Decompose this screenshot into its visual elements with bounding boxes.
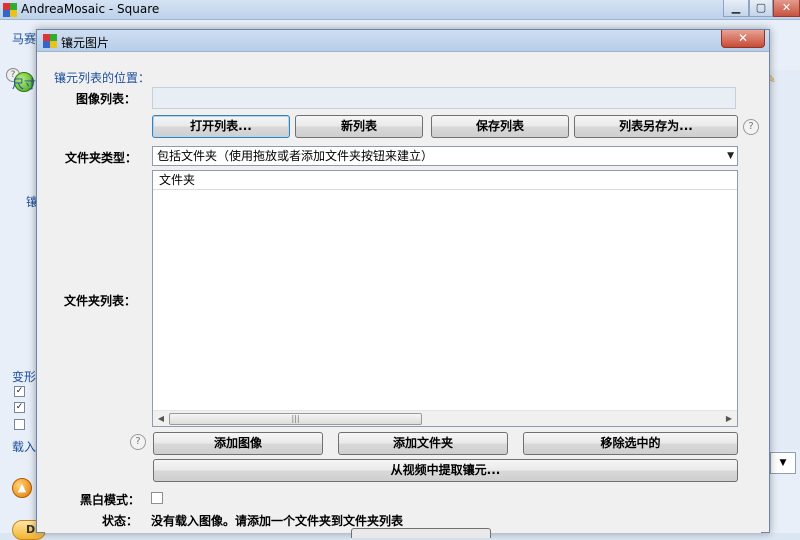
- scroll-right-icon[interactable]: ▶: [721, 411, 737, 427]
- bottom-button[interactable]: [351, 528, 491, 538]
- save-list-button[interactable]: 保存列表: [431, 115, 569, 138]
- bw-mode-checkbox[interactable]: [151, 492, 163, 504]
- bw-mode-label: 黑白模式：: [80, 493, 141, 507]
- app-mosaic-icon: [3, 3, 17, 17]
- main-window-titlebar: AndreaMosaic - Square ▁ ▢ ✕: [0, 0, 800, 20]
- horizontal-scrollbar[interactable]: ◀ ||| ▶: [153, 410, 737, 426]
- dialog-title: 镶元图片: [61, 36, 110, 50]
- bg-label-size: 尺寸: [12, 77, 37, 91]
- folder-type-label: 文件夹类型：: [65, 151, 138, 165]
- maximize-button[interactable]: ▢: [749, 0, 773, 17]
- status-label: 状态：: [102, 514, 139, 528]
- bg-dropdown-arrow[interactable]: ▼: [770, 452, 796, 474]
- bg-label-load: 载入: [12, 440, 37, 454]
- tiles-dialog: 镶元图片 ✕ 镶元列表的位置： 图像列表： 打开列表... 新列表 保存列表 列…: [36, 29, 770, 538]
- image-list-field[interactable]: [152, 87, 736, 109]
- new-list-button[interactable]: 新列表: [295, 115, 423, 138]
- save-list-as-button[interactable]: 列表另存为...: [574, 115, 738, 138]
- folder-list[interactable]: 文件夹 ◀ ||| ▶: [152, 170, 738, 427]
- dialog-titlebar: 镶元图片 ✕: [37, 30, 769, 52]
- folder-type-select[interactable]: 包括文件夹（使用拖放或者添加文件夹按钮来建立） ▼: [152, 146, 738, 166]
- dialog-close-button[interactable]: ✕: [721, 30, 765, 48]
- chevron-down-icon: ▼: [727, 151, 734, 161]
- image-list-label: 图像列表：: [76, 92, 137, 106]
- bg-label-mosaic: 马赛: [12, 32, 37, 46]
- bg-checkbox-3[interactable]: [14, 419, 25, 430]
- add-image-button[interactable]: 添加图像: [153, 432, 323, 455]
- add-folder-button[interactable]: 添加文件夹: [338, 432, 508, 455]
- folder-type-value: 包括文件夹（使用拖放或者添加文件夹按钮来建立）: [157, 149, 434, 163]
- status-text: 没有载入图像。请添加一个文件夹到文件夹列表: [151, 514, 404, 528]
- bg-checkbox-2[interactable]: ✓: [14, 402, 25, 413]
- open-list-button[interactable]: 打开列表...: [152, 115, 290, 138]
- bg-checkbox-1[interactable]: ✓: [14, 386, 25, 397]
- extract-from-video-button[interactable]: 从视频中提取镶元...: [153, 459, 738, 482]
- main-window-right-panel: [770, 70, 800, 450]
- scroll-left-icon[interactable]: ◀: [153, 411, 169, 427]
- folder-list-column-header[interactable]: 文件夹: [153, 171, 737, 190]
- section-heading: 镶元列表的位置：: [54, 71, 151, 85]
- remove-selected-button[interactable]: 移除选中的: [523, 432, 738, 455]
- scrollbar-thumb[interactable]: |||: [169, 413, 422, 425]
- dialog-mosaic-icon: [43, 34, 57, 48]
- folder-list-label: 文件夹列表：: [64, 294, 137, 308]
- main-window-title: AndreaMosaic - Square: [21, 2, 160, 16]
- help-icon[interactable]: ?: [743, 119, 759, 135]
- bg-upload-icon[interactable]: ▲: [12, 478, 32, 498]
- dialog-body: 镶元列表的位置： 图像列表： 打开列表... 新列表 保存列表 列表另存为...…: [45, 52, 761, 538]
- help-icon[interactable]: ?: [130, 434, 146, 450]
- minimize-button[interactable]: ▁: [723, 0, 749, 17]
- bg-label-distort: 变形: [12, 370, 37, 384]
- main-close-button[interactable]: ✕: [773, 0, 800, 17]
